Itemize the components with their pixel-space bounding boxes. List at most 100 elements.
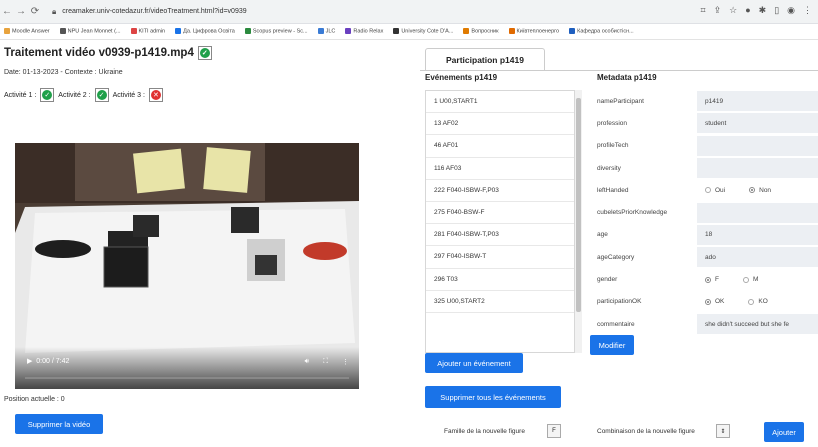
event-item[interactable]: 116 AF03: [426, 158, 574, 180]
metadata-key: profession: [597, 119, 627, 127]
bookmark-item[interactable]: Да. Цифрова Освіта: [175, 28, 235, 35]
event-item[interactable]: 281 F040-ISBW-T,P03: [426, 224, 574, 247]
bookmark-item[interactable]: Вопросник: [463, 28, 499, 35]
metadata-value-field[interactable]: [697, 202, 818, 223]
radio-icon[interactable]: [749, 187, 756, 194]
bookmark-item[interactable]: JLC: [317, 28, 335, 35]
metadata-value-field[interactable]: student: [697, 113, 818, 134]
radio-icon[interactable]: [705, 298, 711, 305]
metadata-value-field[interactable]: she didn't succeed but she fe: [697, 314, 818, 335]
share-icon[interactable]: ⇪: [714, 5, 722, 16]
bookmark-label: Кафедра особистісн...: [577, 28, 634, 35]
puzzle-icon[interactable]: ✱: [759, 5, 767, 16]
radio-option[interactable]: F: [705, 276, 719, 283]
radio-label: M: [752, 276, 759, 284]
metadata-value-field[interactable]: 18: [697, 224, 818, 245]
bookmark-favicon-icon: [317, 28, 324, 35]
metadata-heading: Metadata p1419: [597, 73, 657, 82]
url-field[interactable]: creamaker.univ-cotedazur.fr/videoTreatme…: [62, 8, 246, 15]
event-item[interactable]: 275 F040-BSW-F: [426, 202, 574, 225]
metadata-key: ageCategory: [597, 253, 635, 261]
radio-label: OK: [715, 298, 725, 306]
modify-button[interactable]: Modifier: [590, 335, 634, 355]
bookmark-favicon-icon: [393, 28, 400, 35]
volume-icon[interactable]: 🔊︎: [305, 358, 309, 366]
event-item[interactable]: 297 F040-ISBW-T: [426, 246, 574, 269]
metadata-row: commentaire she didn't succeed but she fe: [597, 313, 818, 335]
bookmark-item[interactable]: KITI admin: [130, 28, 166, 35]
bookmark-favicon-icon: [569, 28, 576, 35]
video-player[interactable]: ▶ 0:00 / 7:42 🔊︎ ⛶ ⋮: [15, 143, 359, 389]
metadata-row: profileTech: [597, 135, 818, 157]
sidebar-icon[interactable]: ▯: [774, 5, 779, 16]
radio-icon[interactable]: [705, 187, 711, 194]
bookmark-label: NPU Jean Monnet (...: [67, 28, 121, 35]
bookmark-item[interactable]: University Cote D'A...: [393, 28, 453, 35]
fullscreen-icon[interactable]: ⛶: [323, 358, 328, 366]
video-status-checkbox[interactable]: ✓: [197, 46, 212, 60]
metadata-key: nameParticipant: [597, 97, 644, 105]
delete-all-events-button[interactable]: Supprimer tous les événements: [425, 386, 561, 408]
forward-icon[interactable]: →: [14, 6, 28, 17]
bookmark-item[interactable]: Scopus preview - Sc...: [244, 28, 308, 35]
metadata-value-field[interactable]: [697, 158, 818, 179]
add-figure-button[interactable]: Ajouter: [764, 422, 804, 442]
activity-status-checkbox[interactable]: ✓: [40, 88, 55, 102]
add-event-button[interactable]: Ajouter un événement: [425, 353, 523, 373]
page-title-text: Traitement vidéo v0939-p1419.mp4: [4, 47, 194, 59]
activity-status-checkbox[interactable]: ✕: [148, 88, 163, 102]
more-options-icon[interactable]: ⋮: [342, 358, 349, 366]
events-scrollbar[interactable]: [575, 90, 582, 353]
tab-participation[interactable]: Participation p1419: [425, 48, 545, 70]
event-item[interactable]: 325 U00,START2: [426, 291, 574, 313]
bookmark-label: KITI admin: [138, 28, 166, 35]
event-item[interactable]: 296 T03: [426, 269, 574, 291]
video-progress-bar[interactable]: [25, 377, 349, 379]
radio-option[interactable]: M: [742, 276, 759, 284]
metadata-value-field[interactable]: [697, 135, 818, 156]
radio-option[interactable]: KO: [748, 298, 768, 305]
event-item[interactable]: 46 AF01: [426, 135, 574, 158]
scrollbar-thumb[interactable]: [576, 98, 581, 312]
metadata-row: diversity: [597, 157, 818, 179]
bookmark-favicon-icon: [508, 28, 515, 35]
radio-icon[interactable]: [742, 276, 749, 283]
bookmark-item[interactable]: NPU Jean Monnet (...: [59, 28, 121, 35]
activity-status-checkbox[interactable]: ✓: [94, 88, 109, 102]
family-select[interactable]: F: [547, 424, 561, 438]
metadata-row: age 18: [597, 224, 818, 246]
event-item[interactable]: 222 F040-ISBW-F,P03: [426, 180, 574, 202]
radio-option[interactable]: Oui: [705, 187, 725, 194]
bookmark-item[interactable]: Radio Relax: [345, 28, 383, 35]
cross-icon: ✕: [150, 90, 161, 100]
events-list[interactable]: 1 U00,START1 13 AF02 46 AF01 116 AF03 222 F0…: [425, 90, 575, 353]
metadata-value-field[interactable]: ado: [697, 247, 818, 268]
combination-select[interactable]: ⇕: [716, 424, 730, 438]
reload-icon[interactable]: ⟳: [28, 6, 42, 17]
radio-option[interactable]: OK: [705, 298, 724, 305]
play-icon[interactable]: ▶: [27, 358, 32, 365]
event-item[interactable]: 13 AF02: [426, 113, 574, 136]
profile-icon[interactable]: ◉: [787, 5, 795, 16]
translate-icon[interactable]: ⌗: [701, 5, 706, 16]
radio-icon[interactable]: [748, 298, 755, 305]
bookmark-item[interactable]: Кафедра особистісн...: [569, 28, 634, 35]
bookmark-label: Да. Цифрова Освіта: [183, 28, 235, 35]
delete-video-button[interactable]: Supprimer la vidéo: [15, 414, 103, 434]
bookmark-favicon-icon: [345, 28, 352, 35]
metadata-value-field[interactable]: p1419: [697, 91, 818, 112]
family-label: Famille de la nouvelle figure: [444, 428, 525, 435]
menu-icon[interactable]: ⋮: [803, 5, 812, 16]
radio-icon[interactable]: [705, 276, 711, 283]
star-icon[interactable]: ☆: [729, 5, 737, 16]
metadata-key: gender: [597, 276, 618, 284]
browser-toolbar-icons: ⌗ ⇪ ☆ ● ✱ ▯ ◉ ⋮: [701, 5, 813, 16]
bookmark-item[interactable]: Moodle Answer: [4, 28, 50, 35]
radio-option[interactable]: Non: [749, 187, 771, 194]
event-item[interactable]: 1 U00,START1: [426, 91, 574, 114]
back-icon[interactable]: ←: [0, 6, 14, 17]
extension-icon[interactable]: ●: [745, 5, 750, 16]
bookmark-item[interactable]: Київтеплоенерго: [508, 28, 559, 35]
video-time: ▶ 0:00 / 7:42: [27, 357, 69, 365]
combination-label: Combinaison de la nouvelle figure: [597, 428, 695, 435]
